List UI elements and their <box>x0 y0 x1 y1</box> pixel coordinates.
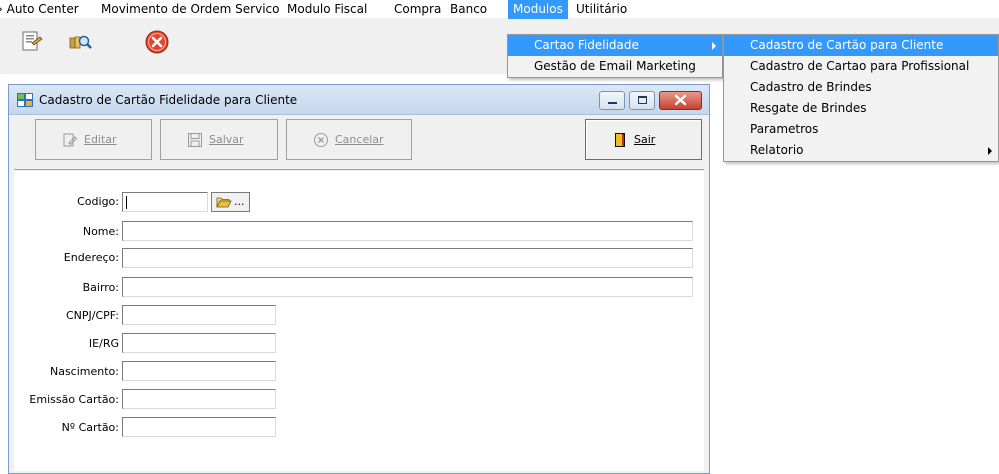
menu-item-cadastro-cartao-profissional[interactable]: Cadastro de Cartao para Profissional <box>724 56 998 77</box>
window-title: Cadastro de Cartão Fidelidade para Clien… <box>39 93 298 107</box>
salvar-label: Salvar <box>209 133 244 146</box>
ie-rg-input[interactable] <box>122 333 276 353</box>
browse-dots: ... <box>234 195 245 208</box>
editar-button[interactable]: Editar <box>35 119 152 160</box>
editar-label: Editar <box>84 133 117 146</box>
numero-cartao-label: Nº Cartão: <box>61 421 119 434</box>
cancelar-button[interactable]: Cancelar <box>286 119 412 160</box>
numero-cartao-input[interactable] <box>122 417 276 437</box>
window-titlebar[interactable]: Cadastro de Cartão Fidelidade para Clien… <box>9 85 709 115</box>
cadastro-cartao-cliente-label: Cadastro de Cartão para Cliente <box>750 38 944 52</box>
bairro-input[interactable] <box>122 277 693 297</box>
cancel-icon <box>314 133 328 147</box>
codigo-label: Codigo: <box>77 195 119 208</box>
maximize-button[interactable] <box>629 91 655 110</box>
submenu-arrow-icon <box>988 147 992 155</box>
bairro-label: Bairro: <box>82 281 119 294</box>
gestao-email-marketing-label: Gestão de Email Marketing <box>534 59 696 73</box>
app-icon <box>17 93 33 107</box>
nascimento-label: Nascimento: <box>49 365 119 378</box>
save-icon <box>188 133 202 147</box>
ie-rg-label: IE/RG <box>88 337 119 350</box>
cnpj-cpf-label: CNPJ/CPF: <box>66 309 119 322</box>
document-icon[interactable] <box>18 29 46 55</box>
edit-icon <box>63 133 78 147</box>
menu-item-parametros[interactable]: Parametros <box>724 119 998 140</box>
codigo-browse-button[interactable]: ... <box>211 192 250 212</box>
menu-utilitario[interactable]: Utilitário <box>571 0 632 19</box>
menu-item-gestao-email-marketing[interactable]: Gestão de Email Marketing <box>508 56 722 77</box>
menubar: › Auto Center Movimento de Ordem Servico… <box>0 0 999 19</box>
cadastro-brindes-label: Cadastro de Brindes <box>750 80 872 94</box>
parametros-label: Parametros <box>750 122 819 136</box>
submenu-arrow-icon <box>712 42 716 50</box>
codigo-input[interactable] <box>122 192 208 212</box>
cadastro-cartao-window: Cadastro de Cartão Fidelidade para Clien… <box>8 84 710 474</box>
minimize-button[interactable] <box>599 91 625 110</box>
cartao-fidelidade-submenu: Cadastro de Cartão para Cliente Cadastro… <box>723 34 999 162</box>
endereco-input[interactable] <box>122 248 693 268</box>
close-icon[interactable] <box>144 29 172 55</box>
resgate-brindes-label: Resgate de Brindes <box>750 101 867 115</box>
menu-auto-center[interactable]: › Auto Center <box>0 0 84 19</box>
menu-modulo-fiscal[interactable]: Modulo Fiscal <box>282 0 372 19</box>
menu-movimento-ordem-servico[interactable]: Movimento de Ordem Servico <box>96 0 284 19</box>
sair-button[interactable]: Sair <box>585 119 702 160</box>
search-icon[interactable] <box>66 29 94 55</box>
emissao-cartao-input[interactable] <box>122 389 276 409</box>
salvar-button[interactable]: Salvar <box>160 119 278 160</box>
cadastro-cartao-profissional-label: Cadastro de Cartao para Profissional <box>750 59 970 73</box>
sair-label: Sair <box>634 133 656 146</box>
window-close-button[interactable] <box>659 91 702 110</box>
cartao-fidelidade-label: Cartao Fidelidade <box>534 38 639 52</box>
menu-banco[interactable]: Banco <box>445 0 492 19</box>
cancelar-label: Cancelar <box>335 133 384 146</box>
endereco-label: Endereço: <box>63 251 119 264</box>
nome-input[interactable] <box>122 221 693 241</box>
text-caret <box>126 196 127 209</box>
menu-item-relatorio[interactable]: Relatorio <box>724 140 998 161</box>
menu-item-cadastro-cartao-cliente[interactable]: Cadastro de Cartão para Cliente <box>724 35 998 56</box>
menu-item-resgate-brindes[interactable]: Resgate de Brindes <box>724 98 998 119</box>
menu-modulos[interactable]: Modulos <box>508 0 568 19</box>
close-x-icon <box>674 94 687 106</box>
form-area: Codigo: ... Nome: Endereço: Bairro: CNPJ… <box>14 171 704 471</box>
menu-item-cadastro-brindes[interactable]: Cadastro de Brindes <box>724 77 998 98</box>
action-panel: Editar Salvar Cancelar Sair <box>14 115 704 170</box>
modulos-menu: Cartao Fidelidade Gestão de Email Market… <box>507 34 723 78</box>
relatorio-label: Relatorio <box>750 143 804 157</box>
cnpj-cpf-input[interactable] <box>122 305 276 325</box>
nome-label: Nome: <box>82 225 119 238</box>
menu-compra[interactable]: Compra <box>389 0 446 19</box>
menu-item-cartao-fidelidade[interactable]: Cartao Fidelidade <box>508 35 722 56</box>
folder-open-icon <box>216 197 232 208</box>
maximize-icon <box>638 96 647 104</box>
exit-door-icon <box>615 133 625 147</box>
emissao-cartao-label: Emissão Cartão: <box>29 393 119 406</box>
minimize-icon <box>608 102 617 104</box>
nascimento-input[interactable] <box>122 361 276 381</box>
